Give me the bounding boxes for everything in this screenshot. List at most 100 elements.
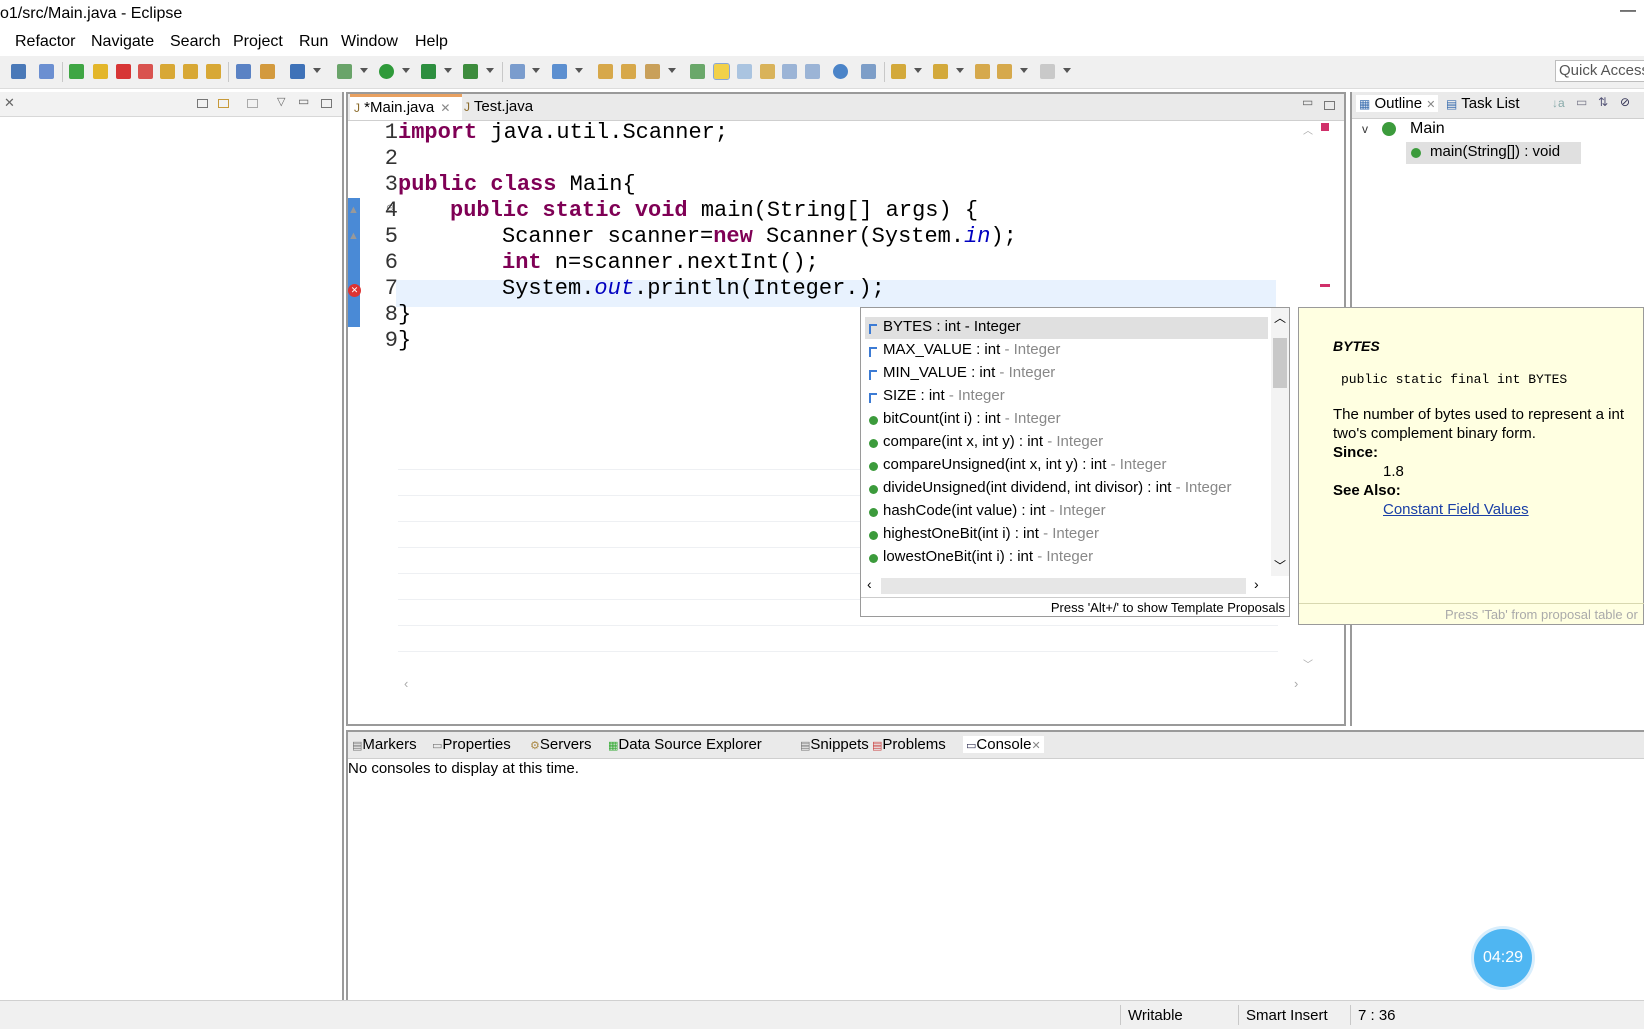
debug-icon[interactable] bbox=[337, 64, 352, 79]
maximize-view-icon[interactable] bbox=[1324, 101, 1335, 110]
external-tools-icon[interactable] bbox=[463, 64, 478, 79]
menu-search[interactable]: Search bbox=[170, 33, 221, 51]
tab-test-java[interactable]: J Test.java bbox=[460, 94, 554, 120]
build-icon[interactable] bbox=[236, 64, 251, 79]
chevron-down-icon[interactable] bbox=[444, 68, 452, 73]
toggle-mark-occurrences-icon[interactable] bbox=[690, 64, 705, 79]
menu-refactor[interactable]: Refactor bbox=[15, 33, 75, 51]
code-line-1[interactable]: import java.util.Scanner; bbox=[398, 120, 728, 145]
disconnect-icon[interactable] bbox=[138, 64, 153, 79]
scroll-left-icon[interactable]: ‹ bbox=[867, 576, 872, 592]
filter-icon[interactable] bbox=[247, 99, 258, 108]
proposal-item[interactable]: compareUnsigned(int x, int y) : int - In… bbox=[883, 456, 1166, 473]
hide-fields-icon[interactable]: ▭ bbox=[1576, 95, 1587, 109]
maximize-view-icon[interactable] bbox=[321, 99, 332, 108]
chevron-down-icon[interactable]: v bbox=[1362, 122, 1368, 136]
pin-editor-icon[interactable] bbox=[861, 64, 876, 79]
constant-field-values-link[interactable]: Constant Field Values bbox=[1383, 501, 1529, 518]
code-line-8[interactable]: } bbox=[398, 302, 411, 327]
chevron-up-icon[interactable]: ︿ bbox=[1274, 309, 1286, 326]
chevron-down-icon[interactable] bbox=[486, 68, 494, 73]
proposal-item[interactable]: MAX_VALUE : int - Integer bbox=[883, 341, 1060, 358]
close-icon[interactable]: ✕ bbox=[4, 95, 15, 111]
quick-access-input[interactable]: Quick Access bbox=[1555, 60, 1644, 82]
status-cursor-position[interactable]: 7 : 36 bbox=[1358, 1007, 1396, 1024]
hide-nonpublic-icon[interactable]: ⊘ bbox=[1620, 95, 1630, 109]
scroll-down-icon[interactable]: ﹀ bbox=[1303, 656, 1313, 671]
horizontal-scrollbar[interactable] bbox=[881, 578, 1246, 594]
proposal-item[interactable]: hashCode(int value) : int - Integer bbox=[883, 502, 1106, 519]
refresh-icon[interactable] bbox=[260, 64, 275, 79]
collapse-all-icon[interactable] bbox=[197, 99, 208, 108]
previous-annotation-icon[interactable] bbox=[933, 64, 948, 79]
chevron-down-icon[interactable] bbox=[1020, 68, 1028, 73]
suspend-icon[interactable] bbox=[93, 64, 108, 79]
outline-class-main[interactable]: Main bbox=[1410, 120, 1445, 138]
hide-static-icon[interactable]: ⇅ bbox=[1598, 95, 1608, 109]
chevron-down-icon[interactable] bbox=[956, 68, 964, 73]
code-line-5[interactable]: Scanner scanner=new Scanner(System.in); bbox=[502, 224, 1017, 249]
chevron-down-icon[interactable] bbox=[313, 68, 321, 73]
chevron-down-icon[interactable] bbox=[360, 68, 368, 73]
block-selection-icon[interactable] bbox=[737, 64, 752, 79]
scroll-up-icon[interactable]: ︿ bbox=[1303, 122, 1313, 137]
proposal-item[interactable]: bitCount(int i) : int - Integer bbox=[883, 410, 1061, 427]
proposal-item[interactable]: highestOneBit(int i) : int - Integer bbox=[883, 525, 1099, 542]
menu-navigate[interactable]: Navigate bbox=[91, 33, 154, 51]
proposal-item[interactable]: compare(int x, int y) : int - Integer bbox=[883, 433, 1103, 450]
forward-arrow-icon[interactable] bbox=[1040, 64, 1055, 79]
link-with-editor-icon[interactable] bbox=[218, 99, 229, 108]
tab-problems[interactable]: ▤Problems bbox=[872, 736, 946, 753]
tab-outline[interactable]: ▦ Outline ✕ bbox=[1356, 95, 1439, 112]
minimize-view-icon[interactable]: ▭ bbox=[298, 94, 309, 108]
proposal-item[interactable]: divideUnsigned(int dividend, int divisor… bbox=[883, 479, 1232, 496]
word-wrap-icon[interactable] bbox=[760, 64, 775, 79]
code-line-7[interactable]: System.out.println(Integer.); bbox=[502, 276, 885, 301]
server-icon[interactable] bbox=[290, 64, 305, 79]
scroll-left-icon[interactable]: ‹ bbox=[404, 676, 408, 691]
save-icon[interactable] bbox=[11, 64, 26, 79]
tab-data-source-explorer[interactable]: ▦Data Source Explorer bbox=[608, 736, 762, 753]
close-icon[interactable]: ✕ bbox=[1426, 99, 1435, 111]
scroll-right-icon[interactable]: › bbox=[1294, 676, 1298, 691]
minimize-view-icon[interactable]: ▭ bbox=[1302, 95, 1313, 109]
error-overview-marker[interactable] bbox=[1320, 284, 1330, 287]
skip-breakpoints-icon[interactable] bbox=[39, 64, 54, 79]
run-icon[interactable] bbox=[379, 64, 394, 79]
chevron-down-icon[interactable] bbox=[668, 68, 676, 73]
status-insert-mode[interactable]: Smart Insert bbox=[1246, 1007, 1328, 1024]
terminate-icon[interactable] bbox=[116, 64, 131, 79]
chevron-down-icon[interactable] bbox=[1063, 68, 1071, 73]
tab-properties[interactable]: ▭Properties bbox=[432, 736, 511, 753]
close-icon[interactable]: ✕ bbox=[440, 101, 450, 115]
proposal-item[interactable]: MIN_VALUE : int - Integer bbox=[883, 364, 1055, 381]
error-overview-marker[interactable] bbox=[1321, 123, 1329, 131]
chevron-down-icon[interactable] bbox=[575, 68, 583, 73]
chevron-down-icon[interactable] bbox=[914, 68, 922, 73]
show-whitespace-icon[interactable] bbox=[782, 64, 797, 79]
globe-icon[interactable] bbox=[833, 64, 848, 79]
tab-markers[interactable]: ▤Markers bbox=[352, 736, 417, 753]
new-java-project-icon[interactable] bbox=[510, 64, 525, 79]
tab-console[interactable]: ▭Console✕ bbox=[963, 736, 1044, 753]
minimize-button[interactable]: — bbox=[1620, 2, 1636, 20]
proposal-item[interactable]: SIZE : int - Integer bbox=[883, 387, 1005, 404]
coverage-icon[interactable] bbox=[421, 64, 436, 79]
last-edit-location-icon[interactable] bbox=[975, 64, 990, 79]
sort-icon[interactable]: ↓a bbox=[1552, 96, 1565, 110]
chevron-down-icon[interactable]: ﹀ bbox=[1274, 557, 1286, 574]
code-line-3[interactable]: public class Main{ bbox=[398, 172, 636, 197]
scroll-right-icon[interactable]: › bbox=[1254, 576, 1259, 592]
step-over-icon[interactable] bbox=[183, 64, 198, 79]
proposal-item[interactable]: BYTES : int - Integer bbox=[883, 318, 1021, 335]
paragraph-icon[interactable] bbox=[805, 64, 820, 79]
menu-run[interactable]: Run bbox=[299, 33, 328, 51]
menu-window[interactable]: Window bbox=[341, 33, 398, 51]
step-return-icon[interactable] bbox=[206, 64, 221, 79]
tab-snippets[interactable]: ▤Snippets bbox=[800, 736, 869, 753]
view-menu-icon[interactable]: ▽ bbox=[277, 95, 285, 108]
scrollbar-thumb[interactable] bbox=[1273, 338, 1287, 388]
error-icon[interactable]: ✕ bbox=[348, 284, 361, 297]
menu-help[interactable]: Help bbox=[415, 33, 448, 51]
proposal-item[interactable]: lowestOneBit(int i) : int - Integer bbox=[883, 548, 1093, 565]
